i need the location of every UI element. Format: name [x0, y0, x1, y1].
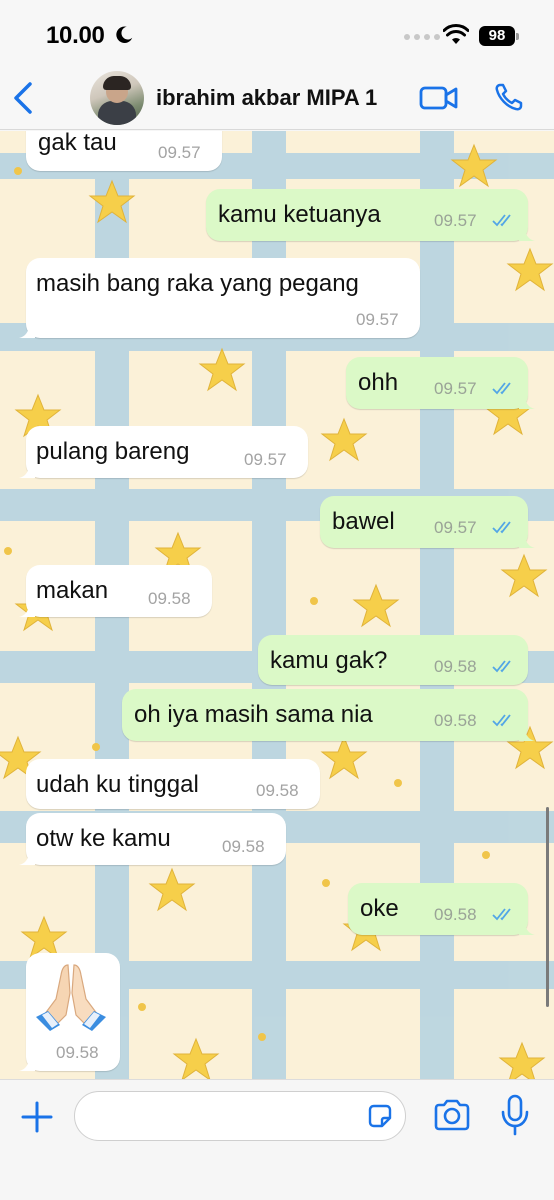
bubble-tail [19, 603, 35, 617]
message-outgoing[interactable]: kamu ketuanya 09.57 [206, 189, 535, 241]
bubble-tail [519, 227, 535, 241]
phone-icon[interactable] [494, 82, 524, 112]
moon-icon [116, 26, 133, 43]
contact-name[interactable]: ibrahim akbar MIPA 1 [156, 85, 377, 111]
sticker-icon[interactable] [366, 1102, 394, 1130]
battery-indicator: 98 [479, 26, 519, 46]
chevron-left-icon[interactable] [10, 80, 38, 116]
chat-area[interactable]: gak tau 09.57 kamu ketuanya 09.57 masih … [0, 131, 554, 1079]
message-outgoing[interactable]: oh iya masih sama nia 09.58 [122, 689, 535, 741]
message-text: ohh [358, 369, 399, 396]
message-time: 09.57 [434, 518, 477, 537]
message-input[interactable] [74, 1091, 406, 1141]
message-text: makan [36, 577, 109, 604]
scrollbar[interactable] [546, 807, 549, 1007]
message-time: 09.57 [434, 211, 477, 230]
message-incoming[interactable]: udah ku tinggal 09.58 [26, 759, 320, 809]
bubble-tail [519, 395, 535, 409]
message-time: 09.58 [56, 1043, 99, 1062]
message-text: kamu gak? [270, 647, 388, 674]
message-text: bawel [332, 508, 395, 535]
cellular-signal-icon [404, 34, 440, 40]
status-time: 10.00 [46, 22, 105, 49]
message-text: masih bang raka yang pegang [36, 270, 359, 297]
bubble-tail [19, 1057, 35, 1071]
message-text: oke [360, 895, 399, 922]
bubble-tail [19, 324, 35, 338]
message-outgoing[interactable]: bawel 09.57 [320, 496, 535, 548]
bubble-tail [519, 534, 535, 548]
message-time: 09.58 [222, 837, 265, 856]
bubble-tail [19, 464, 35, 478]
message-time: 09.58 [148, 589, 191, 608]
bubble-tail [519, 727, 535, 741]
message-text: otw ke kamu [36, 825, 171, 852]
message-outgoing[interactable]: oke 09.58 [348, 883, 535, 935]
read-checkmarks-icon [492, 521, 511, 534]
message-text: pulang bareng [36, 438, 190, 465]
read-checkmarks-icon [492, 714, 511, 727]
message-outgoing[interactable]: kamu gak? 09.58 [258, 635, 528, 685]
message-time: 09.57 [158, 143, 201, 162]
read-checkmarks-icon [492, 660, 511, 673]
message-time: 09.57 [434, 379, 477, 398]
message-input-bar [0, 1079, 554, 1200]
wifi-icon [443, 24, 469, 44]
microphone-icon[interactable] [500, 1094, 530, 1136]
message-incoming[interactable]: pulang bareng 09.57 [19, 426, 308, 478]
status-bar: 10.00 98 [0, 0, 554, 66]
video-camera-icon[interactable] [419, 84, 459, 112]
folded-hands-emoji-icon [36, 964, 106, 1031]
read-checkmarks-icon [492, 908, 511, 921]
message-incoming[interactable]: masih bang raka yang pegang 09.57 [19, 258, 420, 338]
read-checkmarks-icon [492, 382, 511, 395]
plus-icon[interactable] [20, 1100, 54, 1134]
message-text: gak tau [38, 131, 117, 156]
message-incoming[interactable]: otw ke kamu 09.58 [19, 813, 286, 865]
message-time: 09.58 [434, 657, 477, 676]
read-checkmarks-icon [492, 214, 511, 227]
message-time: 09.57 [244, 450, 287, 469]
bubble-tail [19, 851, 35, 865]
bubble-tail [519, 921, 535, 935]
message-incoming[interactable]: makan 09.58 [19, 565, 212, 617]
message-outgoing[interactable]: ohh 09.57 [346, 357, 535, 409]
message-incoming-emoji[interactable]: 09.58 [19, 953, 120, 1071]
message-time: 09.58 [434, 711, 477, 730]
message-text: udah ku tinggal [36, 771, 199, 798]
camera-icon[interactable] [433, 1098, 471, 1132]
chat-header: ibrahim akbar MIPA 1 [0, 66, 554, 130]
avatar[interactable] [90, 71, 144, 125]
message-text: oh iya masih sama nia [134, 701, 373, 728]
message-time: 09.57 [356, 310, 399, 329]
message-incoming[interactable]: gak tau 09.57 [26, 131, 222, 171]
message-text: kamu ketuanya [218, 201, 381, 228]
message-time: 09.58 [256, 781, 299, 800]
message-time: 09.58 [434, 905, 477, 924]
